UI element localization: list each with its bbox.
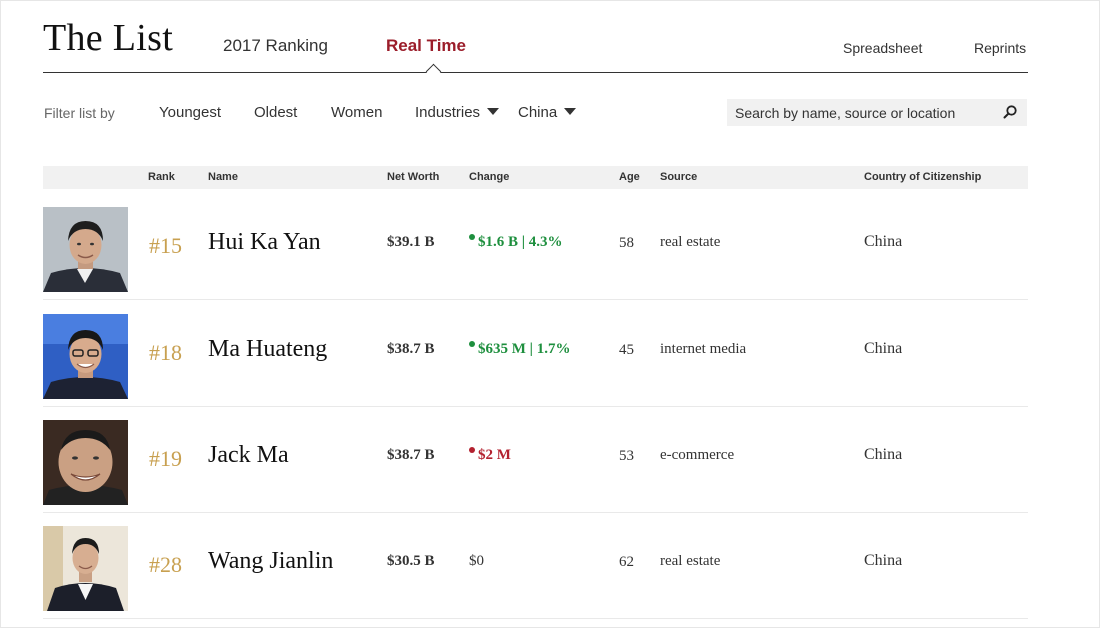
column-age[interactable]: Age xyxy=(619,171,640,183)
country-dropdown[interactable]: China xyxy=(518,104,577,121)
avatar[interactable] xyxy=(43,314,128,399)
spreadsheet-link[interactable]: Spreadsheet xyxy=(843,40,922,56)
change-text: $1.6 B | 4.3% xyxy=(478,234,563,250)
table-row[interactable]: #18 Ma Huateng $38.7 B $635 M | 1.7% 45 … xyxy=(43,300,1028,407)
search-input[interactable] xyxy=(727,99,997,126)
triangle-down-icon xyxy=(564,108,577,115)
change-text: $635 M | 1.7% xyxy=(478,341,571,357)
change-text: $0 xyxy=(469,553,484,569)
table-row[interactable]: #28 Wang Jianlin $30.5 B $0 62 real esta… xyxy=(43,512,1028,619)
reprints-link[interactable]: Reprints xyxy=(974,40,1026,56)
up-dot-icon xyxy=(469,234,475,240)
person-name[interactable]: Jack Ma xyxy=(208,442,289,469)
avatar[interactable] xyxy=(43,420,128,505)
change-value: $0 xyxy=(469,553,484,570)
age: 45 xyxy=(619,342,634,358)
filter-women[interactable]: Women xyxy=(331,104,382,121)
change-value: $2 M xyxy=(469,447,511,464)
avatar[interactable] xyxy=(43,207,128,292)
search-box xyxy=(727,99,1027,126)
rank: #18 xyxy=(149,340,182,365)
age: 53 xyxy=(619,448,634,464)
source: real estate xyxy=(660,553,721,569)
column-name[interactable]: Name xyxy=(208,171,238,183)
person-name[interactable]: Hui Ka Yan xyxy=(208,229,321,256)
column-source[interactable]: Source xyxy=(660,171,697,183)
net-worth: $38.7 B xyxy=(387,447,435,463)
age: 62 xyxy=(619,554,634,570)
change-text: $2 M xyxy=(478,447,511,463)
source: real estate xyxy=(660,234,721,250)
net-worth: $39.1 B xyxy=(387,234,435,250)
industries-dropdown[interactable]: Industries xyxy=(415,104,500,121)
country: China xyxy=(864,552,903,569)
industries-dropdown-label: Industries xyxy=(415,104,481,121)
table-row[interactable]: #19 Jack Ma $38.7 B $2 M 53 e-commerce C… xyxy=(43,406,1028,513)
filter-oldest[interactable]: Oldest xyxy=(254,104,297,121)
avatar[interactable] xyxy=(43,526,128,611)
rank: #28 xyxy=(149,552,182,577)
country: China xyxy=(864,446,903,463)
change-value: $635 M | 1.7% xyxy=(469,341,570,358)
triangle-down-icon xyxy=(487,108,500,115)
tab-real-time[interactable]: Real Time xyxy=(386,36,466,56)
page-title: The List xyxy=(43,17,174,59)
net-worth: $38.7 B xyxy=(387,341,435,357)
tab-2017-ranking[interactable]: 2017 Ranking xyxy=(223,36,328,56)
column-rank[interactable]: Rank xyxy=(148,171,175,183)
column-change[interactable]: Change xyxy=(469,171,509,183)
filter-label: Filter list by xyxy=(44,105,115,121)
country: China xyxy=(864,233,903,250)
table-row[interactable]: #15 Hui Ka Yan $39.1 B $1.6 B | 4.3% 58 … xyxy=(43,193,1028,300)
country: China xyxy=(864,340,903,357)
person-name[interactable]: Wang Jianlin xyxy=(208,548,333,575)
source: e-commerce xyxy=(660,447,735,463)
age: 58 xyxy=(619,235,634,251)
rank: #15 xyxy=(149,233,182,258)
up-dot-icon xyxy=(469,341,475,347)
down-dot-icon xyxy=(469,447,475,453)
source: internet media xyxy=(660,341,747,357)
country-dropdown-label: China xyxy=(518,104,558,121)
change-value: $1.6 B | 4.3% xyxy=(469,234,563,251)
column-country[interactable]: Country of Citizenship xyxy=(864,171,981,183)
column-net-worth[interactable]: Net Worth xyxy=(387,171,439,183)
net-worth: $30.5 B xyxy=(387,553,435,569)
search-icon[interactable] xyxy=(1002,104,1018,120)
person-name[interactable]: Ma Huateng xyxy=(208,336,327,363)
header-divider xyxy=(43,72,1028,73)
filter-youngest[interactable]: Youngest xyxy=(159,104,221,121)
rank: #19 xyxy=(149,446,182,471)
table-header: Rank Name Net Worth Change Age Source Co… xyxy=(43,166,1028,189)
